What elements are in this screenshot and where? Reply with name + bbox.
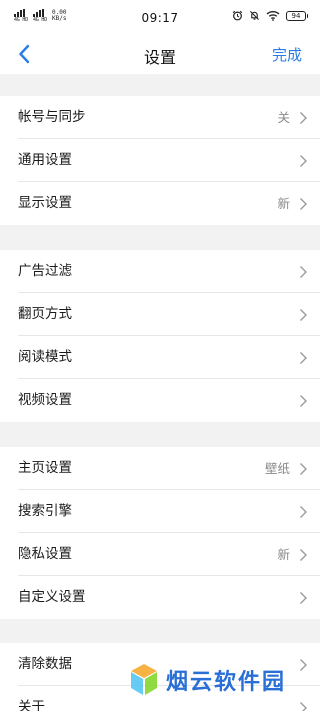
battery-level: 94 <box>291 11 301 20</box>
item-value: 关 <box>277 110 290 125</box>
settings-item-reading-mode[interactable]: 阅读模式 <box>0 336 320 379</box>
navigation-bar: 设置 完成 <box>0 34 320 74</box>
settings-group-account: 帐号与同步 关 通用设置 显示设置 新 <box>0 96 320 225</box>
settings-item-custom[interactable]: 自定义设置 <box>0 576 320 619</box>
item-label: 通用设置 <box>18 152 72 168</box>
battery-icon: 94 <box>286 10 308 21</box>
settings-item-privacy[interactable]: 隐私设置 新 <box>0 533 320 576</box>
item-label: 关于 <box>18 699 45 711</box>
settings-item-page-turn[interactable]: 翻页方式 <box>0 293 320 336</box>
item-label: 隐私设置 <box>18 546 72 562</box>
item-label: 帐号与同步 <box>18 109 86 125</box>
chevron-right-icon <box>300 352 307 364</box>
watermark-logo-icon <box>131 664 157 695</box>
settings-item-homepage[interactable]: 主页设置 壁纸 <box>0 447 320 490</box>
item-label: 显示设置 <box>18 195 72 211</box>
item-value: 壁纸 <box>264 461 290 476</box>
item-label: 清除数据 <box>18 656 72 672</box>
chevron-right-icon <box>300 702 307 711</box>
chevron-right-icon <box>300 549 307 561</box>
item-label: 自定义设置 <box>18 589 86 605</box>
chevron-right-icon <box>300 463 307 475</box>
settings-item-ad-filter[interactable]: 广告过滤 <box>0 250 320 293</box>
chevron-right-icon <box>300 395 307 407</box>
chevron-right-icon <box>300 659 307 671</box>
chevron-right-icon <box>300 266 307 278</box>
watermark: 烟云软件园 <box>128 662 286 698</box>
status-icons: 94 <box>232 10 308 21</box>
wifi-icon <box>266 11 280 21</box>
item-value: 新 <box>277 547 290 562</box>
settings-group-reading: 广告过滤 翻页方式 阅读模式 视频设置 <box>0 250 320 422</box>
item-label: 视频设置 <box>18 392 72 408</box>
chevron-right-icon <box>300 592 307 604</box>
item-label: 翻页方式 <box>18 306 72 322</box>
chevron-right-icon <box>300 112 307 124</box>
item-label: 广告过滤 <box>18 263 72 279</box>
settings-item-search-engine[interactable]: 搜索引擎 <box>0 490 320 533</box>
settings-item-account-sync[interactable]: 帐号与同步 关 <box>0 96 320 139</box>
settings-item-general[interactable]: 通用设置 <box>0 139 320 182</box>
status-bar: 4G HD 4G HD 0.00 KB/s 09:17 94 <box>0 0 320 34</box>
settings-item-video[interactable]: 视频设置 <box>0 379 320 422</box>
chevron-right-icon <box>300 506 307 518</box>
settings-group-homepage: 主页设置 壁纸 搜索引擎 隐私设置 新 自定义设置 <box>0 447 320 619</box>
watermark-text: 烟云软件园 <box>166 670 287 695</box>
item-label: 主页设置 <box>18 460 72 476</box>
chevron-right-icon <box>300 309 307 321</box>
done-button[interactable]: 完成 <box>272 44 302 65</box>
alarm-clock-icon <box>232 10 243 21</box>
chevron-right-icon <box>300 155 307 167</box>
chevron-right-icon <box>300 198 307 210</box>
settings-item-display[interactable]: 显示设置 新 <box>0 182 320 225</box>
item-label: 阅读模式 <box>18 349 72 365</box>
item-value: 新 <box>277 196 290 211</box>
mute-bell-icon <box>249 10 260 21</box>
item-label: 搜索引擎 <box>18 503 72 519</box>
